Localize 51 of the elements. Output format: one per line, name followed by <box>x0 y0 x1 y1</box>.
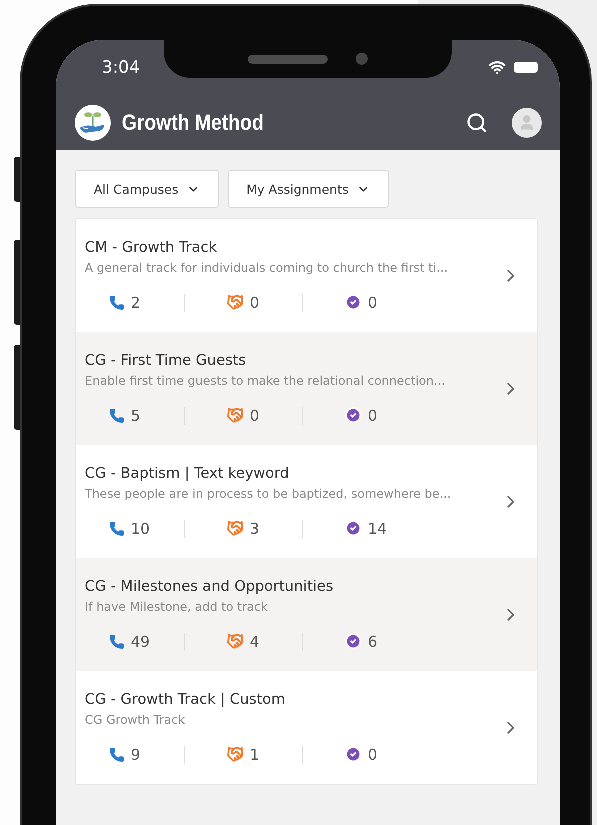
completed-count: 0 <box>345 746 420 764</box>
logo-icon <box>74 104 112 142</box>
track-description: These people are in process to be baptized, somewhere be... <box>85 486 452 500</box>
filter-dropdown[interactable]: My Assignments <box>228 170 389 208</box>
check-icon <box>345 633 362 650</box>
track-row[interactable]: CG - First Time Guests Enable first time guests to make the relational connection... 5 0 0 <box>76 332 537 445</box>
avatar-icon[interactable] <box>512 108 542 138</box>
track-description: Enable first time guests to make the relational connection... <box>85 374 446 388</box>
handshake-icon <box>227 407 244 424</box>
phone-icon <box>109 520 125 536</box>
check-icon <box>345 294 362 311</box>
handshake-icon <box>227 746 244 763</box>
phone-icon <box>109 634 125 650</box>
connection-count: 3 <box>227 520 302 538</box>
call-count: 49 <box>109 632 184 650</box>
track-description: A general track for individuals coming to church the first ti... <box>85 260 450 274</box>
track-row[interactable]: CG - Milestones and Opportunities If have Milestone, add to track 49 4 6 <box>76 558 537 671</box>
call-count: 9 <box>109 746 184 764</box>
completed-count: 6 <box>345 632 420 650</box>
phone-icon <box>109 408 125 424</box>
phone-icon <box>109 294 125 310</box>
track-title: CG - First Time Guests <box>85 352 248 368</box>
track-title: CG - Milestones and Opportunities <box>85 578 335 594</box>
call-count: 10 <box>109 520 184 538</box>
connection-count: 0 <box>227 294 302 312</box>
check-icon <box>345 746 362 763</box>
completed-count: 14 <box>345 520 420 538</box>
track-title: CM - Growth Track <box>85 240 218 256</box>
check-icon <box>345 407 362 424</box>
track-title: CG - Growth Track | Custom <box>85 692 287 708</box>
phone-icon <box>109 746 125 762</box>
status-time: 3:04 <box>102 58 140 78</box>
track-description: CG Growth Track <box>85 712 186 726</box>
call-count: 2 <box>109 294 184 312</box>
connection-count: 0 <box>227 406 302 424</box>
track-description: If have Milestone, add to track <box>85 600 269 614</box>
handshake-icon <box>227 633 244 650</box>
call-count: 5 <box>109 406 184 424</box>
check-icon <box>345 520 362 537</box>
app-title: Growth Method <box>122 110 265 136</box>
search-icon[interactable] <box>466 112 488 134</box>
connection-count: 1 <box>227 746 302 764</box>
handshake-icon <box>227 294 244 311</box>
completed-count: 0 <box>345 406 420 424</box>
filter-dropdown[interactable]: All Campuses <box>75 170 219 208</box>
completed-count: 0 <box>345 294 420 312</box>
track-title: CG - Baptism | Text keyword <box>85 466 290 482</box>
handshake-icon <box>227 520 244 537</box>
battery-icon <box>514 62 538 73</box>
wifi-icon <box>489 59 506 76</box>
connection-count: 4 <box>227 632 302 650</box>
